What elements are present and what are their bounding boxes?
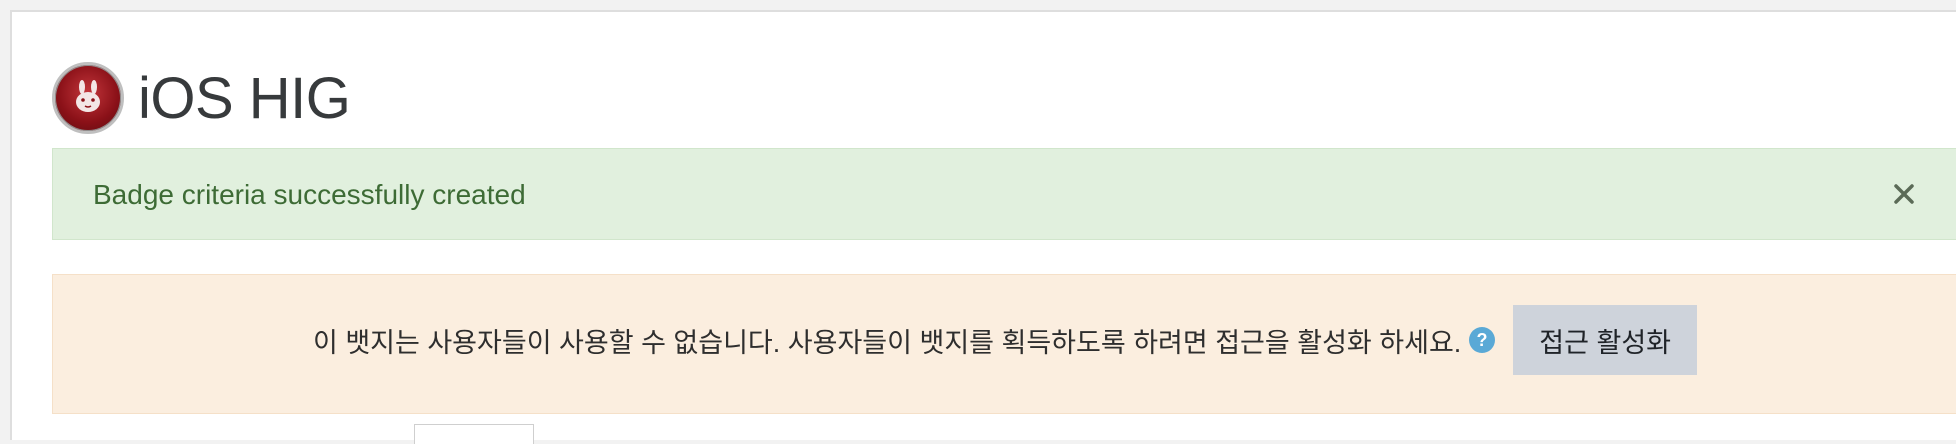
badge-rabbit-icon bbox=[52, 62, 124, 134]
success-alert-message: Badge criteria successfully created bbox=[93, 179, 526, 210]
warning-message: 이 뱃지는 사용자들이 사용할 수 없습니다. 사용자들이 뱃지를 획득하도록 … bbox=[312, 327, 1462, 358]
close-icon[interactable] bbox=[1887, 177, 1921, 211]
page-header: iOS HIG bbox=[52, 62, 351, 134]
enable-access-button[interactable]: 접근 활성화 bbox=[1513, 305, 1697, 375]
warning-alert: 이 뱃지는 사용자들이 사용할 수 없습니다. 사용자들이 뱃지를 획득하도록 … bbox=[52, 274, 1956, 414]
svg-text:?: ? bbox=[1477, 330, 1488, 350]
success-alert: Badge criteria successfully created bbox=[52, 148, 1956, 240]
page-card: iOS HIG Badge criteria successfully crea… bbox=[10, 10, 1956, 444]
page-title: iOS HIG bbox=[138, 65, 351, 131]
partially-visible-control[interactable] bbox=[414, 424, 534, 444]
warning-row: 이 뱃지는 사용자들이 사용할 수 없습니다. 사용자들이 뱃지를 획득하도록 … bbox=[53, 305, 1956, 375]
help-icon[interactable]: ? bbox=[1467, 325, 1497, 355]
